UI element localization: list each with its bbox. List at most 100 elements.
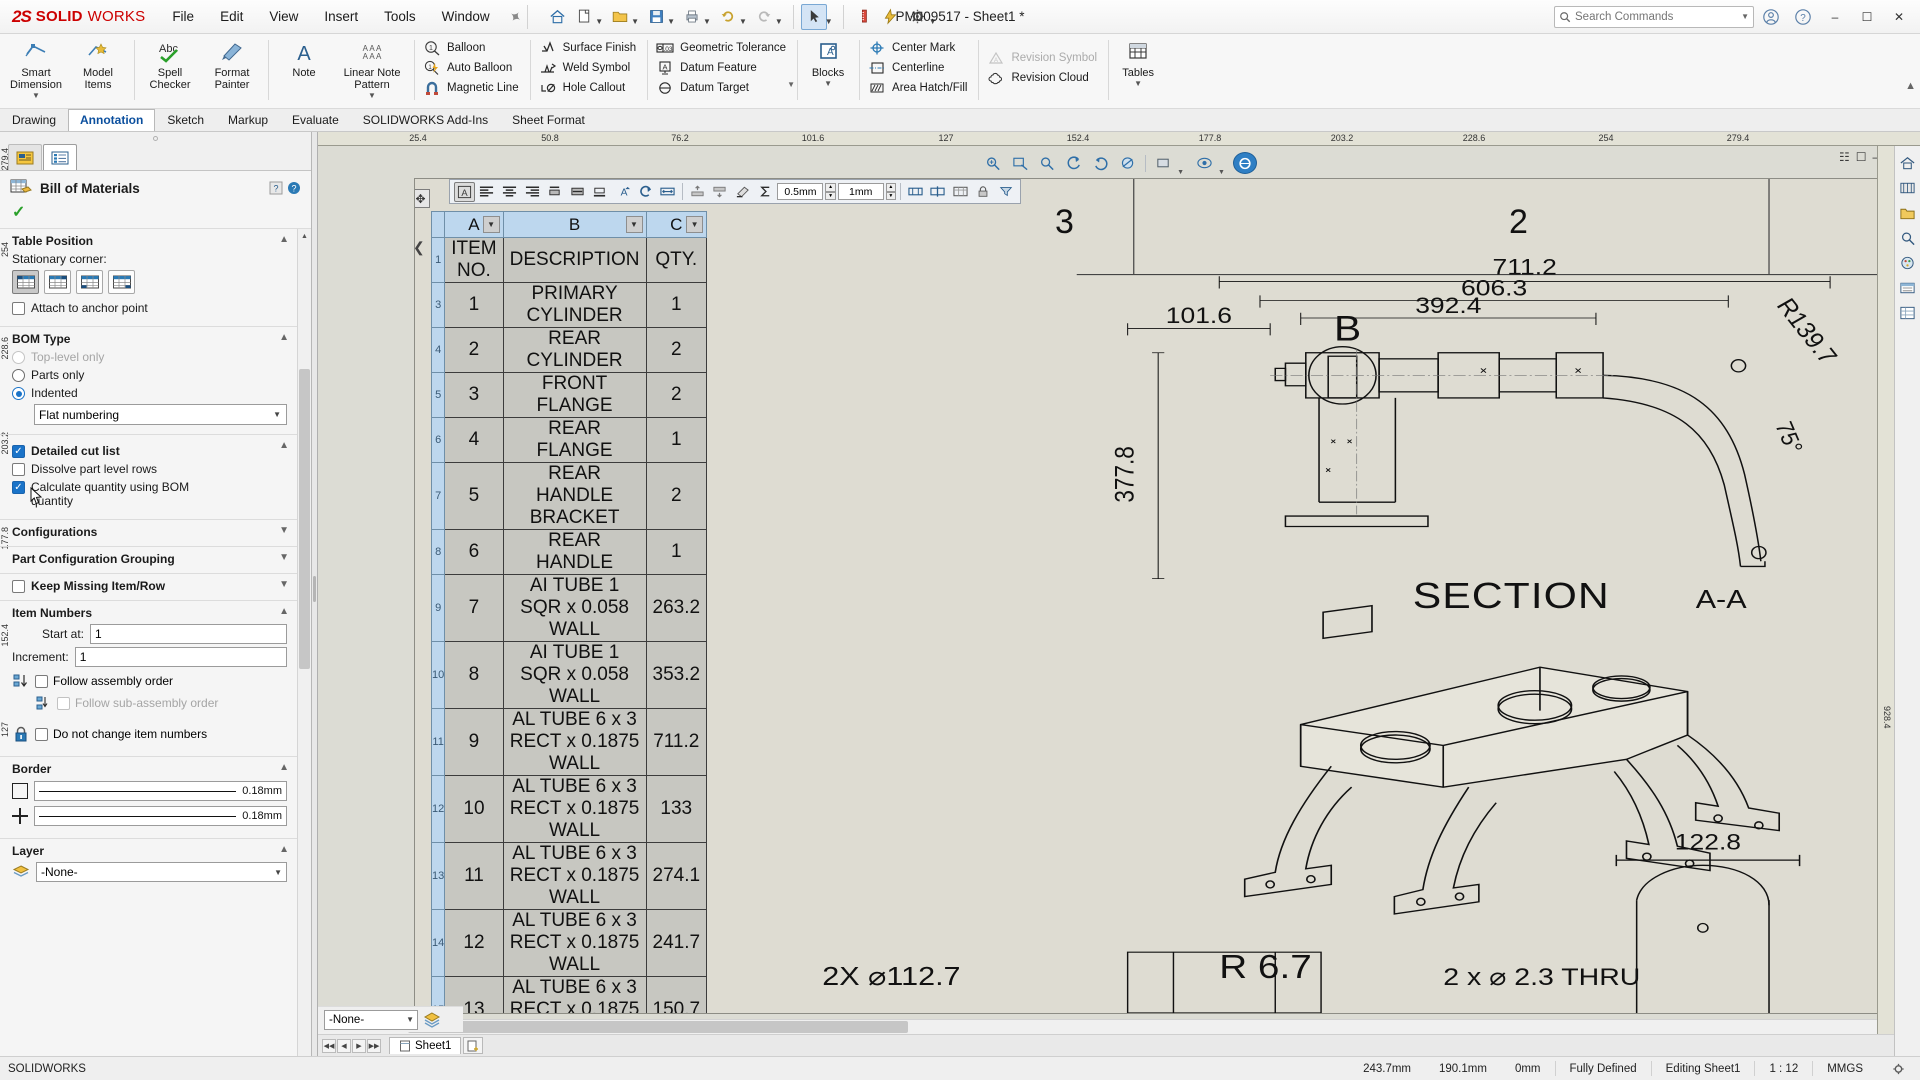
linear-note-pattern-caret[interactable]: ▼ xyxy=(368,91,376,101)
sheet-tab-bar[interactable]: ◀◀ ◀ ▶ ▶▶ Sheet1 xyxy=(318,1034,1920,1056)
column-header-c[interactable]: C ▼ xyxy=(645,211,708,238)
merge-cells-icon[interactable] xyxy=(905,182,926,202)
tab-evaluate[interactable]: Evaluate xyxy=(280,109,351,131)
row-number-8[interactable]: 8 xyxy=(430,529,446,575)
cell-description[interactable]: AL TUBE 6 x 3 RECT x 0.1875 WALL xyxy=(502,909,647,977)
graphics-area[interactable]: 25.4 50.8 76.2 101.6 127 152.4 177.8 203… xyxy=(318,132,1920,1056)
sheet-tab-sheet1[interactable]: Sheet1 xyxy=(389,1037,462,1054)
follow-assembly-row[interactable]: Follow assembly order xyxy=(12,673,287,689)
cell-qty[interactable]: 353.2 xyxy=(645,641,708,709)
save-caret[interactable]: ▼ xyxy=(667,17,675,30)
undo-icon[interactable] xyxy=(715,4,741,30)
section-configurations[interactable]: Configurations ▼ xyxy=(0,520,297,547)
menu-tools[interactable]: Tools xyxy=(371,3,429,30)
table-move-handle-icon[interactable]: ✥ xyxy=(415,189,430,208)
layer-row[interactable]: -None- ▼ xyxy=(12,862,287,882)
print-caret[interactable]: ▼ xyxy=(703,17,711,30)
open-document-icon[interactable] xyxy=(607,4,633,30)
custom-properties-icon[interactable] xyxy=(1897,302,1919,323)
cell-qty[interactable]: 711.2 xyxy=(645,708,708,776)
options-gear-icon[interactable] xyxy=(905,4,931,30)
next-sheet-icon[interactable]: ▶ xyxy=(352,1038,366,1053)
row-number-4[interactable]: 4 xyxy=(430,327,446,373)
row-number-1[interactable]: 1 xyxy=(430,237,446,283)
row-number-10[interactable]: 10 xyxy=(430,641,446,709)
revision-cloud-button[interactable]: Revision Cloud xyxy=(983,68,1103,88)
property-manager-tab[interactable] xyxy=(43,144,77,170)
select-caret[interactable]: ▼ xyxy=(825,17,833,30)
surface-finish-button[interactable]: Surface Finish xyxy=(535,38,643,58)
balloon-button[interactable]: 1 Balloon xyxy=(419,38,525,58)
follow-assembly-checkbox[interactable] xyxy=(35,675,48,688)
table-size-icon[interactable] xyxy=(950,182,971,202)
menu-edit[interactable]: Edit xyxy=(207,3,256,30)
bom-table-wrapper[interactable]: ✥ ❮ A ▼ B ▼ C ▼ 1 ITEM NO. DESCRIPTION Q… xyxy=(415,189,708,1013)
split-cells-icon[interactable] xyxy=(927,182,948,202)
quick-access-toolbar[interactable]: ▼ ▼ ▼ ▼ ▼ ▼ ▼ ▼ xyxy=(544,3,939,30)
bom-type-indented-row[interactable]: Indented xyxy=(12,386,287,400)
display-style-icon[interactable] xyxy=(1151,152,1175,174)
options-caret[interactable]: ▼ xyxy=(929,17,937,30)
erase-icon[interactable] xyxy=(732,182,753,202)
save-icon[interactable] xyxy=(643,4,669,30)
row-number-9[interactable]: 9 xyxy=(430,574,446,642)
new-document-icon[interactable] xyxy=(571,4,597,30)
layer-toolbar[interactable]: -None- ▼ xyxy=(318,1006,463,1032)
calculate-quantity-row[interactable]: ✓ Calculate quantity using BOM quantity xyxy=(12,480,287,508)
cell-qty[interactable]: 1 xyxy=(645,529,708,575)
cell-description[interactable]: AL TUBE 6 x 3 RECT x 0.1875 WALL xyxy=(502,842,647,910)
cell-item[interactable]: 7 xyxy=(444,574,504,642)
view-settings-icon[interactable] xyxy=(1232,152,1257,174)
cell-padding-input[interactable]: 0.5mm xyxy=(777,183,824,200)
drawing-sheet[interactable]: 711.2 606.3 101.6 392.4 377.8 R139.7 75°… xyxy=(414,178,1882,1014)
panel-grip[interactable] xyxy=(0,132,311,144)
search-commands-box[interactable]: ▼ xyxy=(1554,5,1754,28)
cell-description[interactable]: REAR FLANGE xyxy=(502,417,647,463)
sheet-nav-buttons[interactable]: ◀◀ ◀ ▶ ▶▶ xyxy=(322,1038,387,1053)
magnetic-line-button[interactable]: Magnetic Line xyxy=(419,78,525,98)
cell-qty[interactable]: 133 xyxy=(645,775,708,843)
pin-icon[interactable]: ✦ xyxy=(505,6,526,27)
attach-anchor-checkbox[interactable] xyxy=(12,302,25,315)
configurations-collapse-icon[interactable]: ▼ xyxy=(279,525,289,536)
view-palette-icon[interactable] xyxy=(1897,252,1919,273)
cell-qty[interactable]: 1 xyxy=(645,282,708,328)
current-layer-caret-icon[interactable]: ▼ xyxy=(406,1015,414,1024)
row-number-12[interactable]: 12 xyxy=(430,775,446,843)
tables-caret[interactable]: ▼ xyxy=(1134,79,1142,89)
rebuild-icon[interactable] xyxy=(878,4,904,30)
row-number-5[interactable]: 5 xyxy=(430,372,446,418)
bom-type-toplevel-row[interactable]: Top-level only xyxy=(12,350,287,364)
cell-padding-spinner[interactable]: ▲ ▼ xyxy=(825,183,836,200)
tab-solidworks-addins[interactable]: SOLIDWORKS Add-Ins xyxy=(351,109,500,131)
item-numbers-collapse-icon[interactable]: ▲ xyxy=(279,606,289,617)
align-bottom-icon[interactable] xyxy=(590,182,611,202)
redo-caret[interactable]: ▼ xyxy=(775,17,783,30)
insert-row-above-icon[interactable] xyxy=(687,182,708,202)
align-top-icon[interactable] xyxy=(544,182,565,202)
smart-dimension-button[interactable]: Smart Dimension ▼ xyxy=(5,36,67,101)
table-format-toolbar[interactable]: A A 0.5mm ▲ ▼ 1mm ▲ ▼ xyxy=(449,179,1021,204)
corner-top-left-button[interactable] xyxy=(12,270,39,294)
rotate-view-icon[interactable] xyxy=(1089,152,1113,174)
tolerance-overflow-caret[interactable]: ▼ xyxy=(787,80,795,104)
menu-window[interactable]: Window xyxy=(429,3,503,30)
first-sheet-icon[interactable]: ◀◀ xyxy=(322,1038,336,1053)
hide-show-items-icon[interactable] xyxy=(1192,152,1216,174)
linear-note-pattern-button[interactable]: A A AA A A Linear Note Pattern ▼ xyxy=(335,36,409,101)
dissolve-part-level-checkbox[interactable] xyxy=(12,463,25,476)
search-input[interactable] xyxy=(1575,10,1738,23)
column-header-a[interactable]: A ▼ xyxy=(444,211,504,238)
row-number-7[interactable]: 7 xyxy=(430,462,446,530)
bom-type-collapse-icon[interactable]: ▲ xyxy=(279,332,289,343)
user-account-icon[interactable] xyxy=(1756,4,1786,30)
current-layer-select[interactable]: -None- ▼ xyxy=(324,1009,418,1030)
align-left-icon[interactable] xyxy=(477,182,498,202)
align-middle-icon[interactable] xyxy=(567,182,588,202)
layer-select-caret-icon[interactable]: ▼ xyxy=(274,868,282,877)
table-corner-cell[interactable] xyxy=(430,211,446,238)
bom-type-partsonly-row[interactable]: Parts only xyxy=(12,368,287,382)
lock-table-icon[interactable] xyxy=(973,182,994,202)
numbering-select-caret-icon[interactable]: ▼ xyxy=(273,410,281,419)
do-not-change-checkbox[interactable] xyxy=(35,728,48,741)
